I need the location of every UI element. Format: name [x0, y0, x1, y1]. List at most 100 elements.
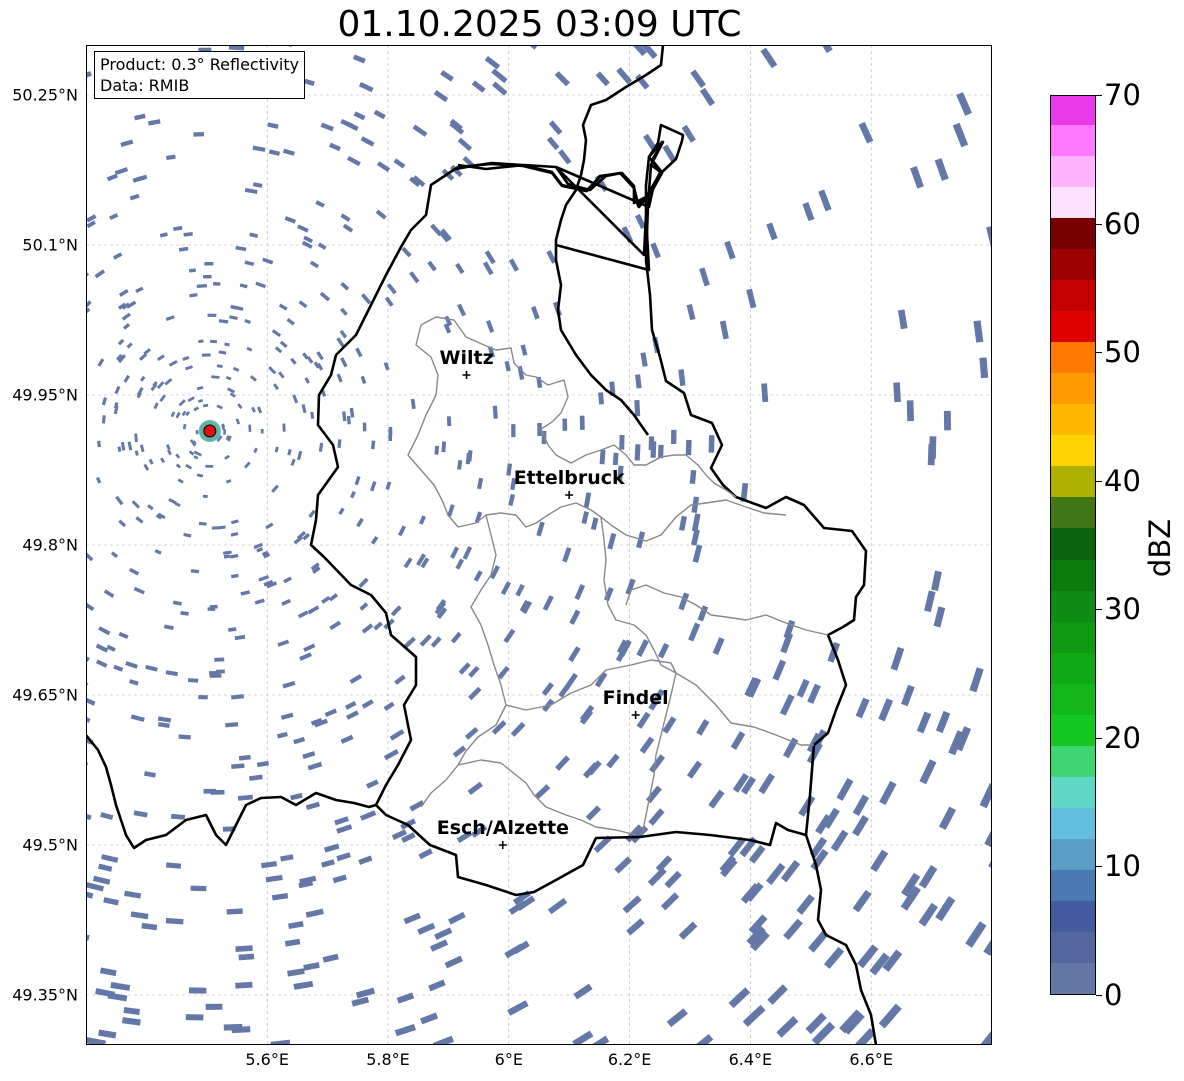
- echo-cell: [541, 682, 554, 696]
- echo-cell: [244, 319, 251, 324]
- echo-cell: [165, 917, 184, 925]
- echo-cell: [319, 291, 331, 302]
- echo-cell: [166, 449, 172, 456]
- echo-cell: [366, 779, 379, 789]
- echo-cell: [115, 495, 124, 506]
- echo-cell: [978, 1026, 992, 1045]
- echo-cell: [273, 383, 280, 391]
- echo-cell: [476, 477, 484, 490]
- colorbar-tick: [1096, 95, 1102, 96]
- echo-cell: [664, 870, 682, 889]
- colorbar-tick-label: 10: [1104, 849, 1141, 884]
- echo-cell: [188, 268, 196, 273]
- echo-cell: [508, 493, 516, 507]
- echo-cell: [934, 158, 949, 181]
- echo-cell: [457, 459, 463, 470]
- echo-cell: [351, 996, 370, 1007]
- echo-cell: [290, 792, 303, 801]
- lon-tick-label: 6.4°E: [728, 1050, 773, 1069]
- echo-cell: [130, 911, 149, 920]
- echo-cell: [238, 953, 255, 961]
- echo-cell: [699, 87, 716, 107]
- echo-cell: [776, 1016, 799, 1038]
- echo-cell: [370, 480, 377, 492]
- echo-cell: [467, 781, 483, 795]
- echo-cell: [322, 953, 339, 963]
- echo-cell: [120, 139, 134, 148]
- echo-cell: [182, 355, 190, 361]
- echo-cell: [306, 355, 314, 364]
- echo-cell: [185, 1014, 204, 1021]
- echo-cell: [830, 829, 849, 852]
- echo-cell: [497, 665, 510, 680]
- echo-cell: [109, 213, 119, 221]
- echo-cell: [427, 260, 437, 272]
- lon-tick-label: 6.2°E: [607, 1050, 652, 1069]
- echo-cell: [156, 354, 165, 362]
- echo-cell: [86, 811, 92, 821]
- echo-cell: [190, 885, 207, 892]
- colorbar-segment: [1051, 621, 1095, 653]
- echo-cell: [503, 628, 516, 644]
- echo-cell: [214, 657, 225, 662]
- echo-cell: [139, 444, 145, 453]
- echo-cell: [569, 609, 581, 625]
- echo-cell: [678, 921, 698, 940]
- echo-cell: [614, 856, 632, 874]
- echo-cell: [766, 222, 778, 241]
- echo-cell: [188, 450, 195, 456]
- echo-cell: [916, 711, 932, 734]
- echo-cell: [685, 439, 692, 456]
- echo-cell: [135, 286, 144, 294]
- echo-cell: [935, 896, 956, 922]
- echo-cell: [159, 232, 168, 238]
- echo-cell: [126, 342, 133, 349]
- echo-cell: [118, 519, 127, 528]
- echo-cell: [216, 404, 224, 410]
- lat-tick-label: 49.95°N: [12, 385, 78, 405]
- echo-cell: [918, 902, 938, 927]
- echo-cell: [823, 946, 845, 969]
- echo-cell: [410, 398, 416, 410]
- echo-cell: [86, 697, 96, 706]
- echo-cell: [271, 892, 289, 901]
- echo-cell: [447, 911, 466, 925]
- echo-cell: [297, 610, 309, 619]
- echo-cell: [249, 774, 263, 781]
- echo-cell: [271, 484, 279, 493]
- echo-cell: [168, 360, 178, 367]
- echo-cell: [362, 422, 367, 432]
- echo-cell: [458, 662, 471, 675]
- echo-cell: [893, 382, 901, 403]
- echo-cell: [931, 570, 942, 592]
- echo-cell: [719, 320, 729, 340]
- echo-cell: [988, 845, 992, 870]
- echo-cell: [924, 590, 936, 613]
- echo-cell: [209, 604, 218, 609]
- echo-cell: [473, 570, 483, 582]
- echo-cell: [761, 383, 769, 403]
- colorbar-tick: [1096, 480, 1102, 482]
- echo-cell: [124, 890, 142, 899]
- echo-cell: [86, 602, 95, 612]
- echo-cell: [599, 449, 606, 465]
- echo-cell: [203, 274, 212, 279]
- echo-cell: [99, 967, 117, 977]
- echo-cell: [237, 403, 243, 409]
- echo-cell: [396, 992, 415, 1004]
- echo-cell: [239, 283, 248, 289]
- echo-cell: [274, 446, 279, 453]
- echo-cell: [168, 497, 177, 505]
- echo-cell: [235, 418, 241, 425]
- echo-cell: [86, 271, 90, 280]
- echo-cell: [201, 353, 211, 357]
- echo-cell: [691, 529, 700, 546]
- echo-cell: [506, 463, 513, 476]
- echo-cell: [337, 439, 342, 449]
- echo-cell: [373, 621, 383, 631]
- echo-cell: [612, 452, 619, 466]
- echo-cell: [983, 929, 992, 956]
- echo-cell: [281, 598, 292, 606]
- echo-cell: [86, 651, 90, 662]
- colorbar-segment: [1051, 931, 1095, 963]
